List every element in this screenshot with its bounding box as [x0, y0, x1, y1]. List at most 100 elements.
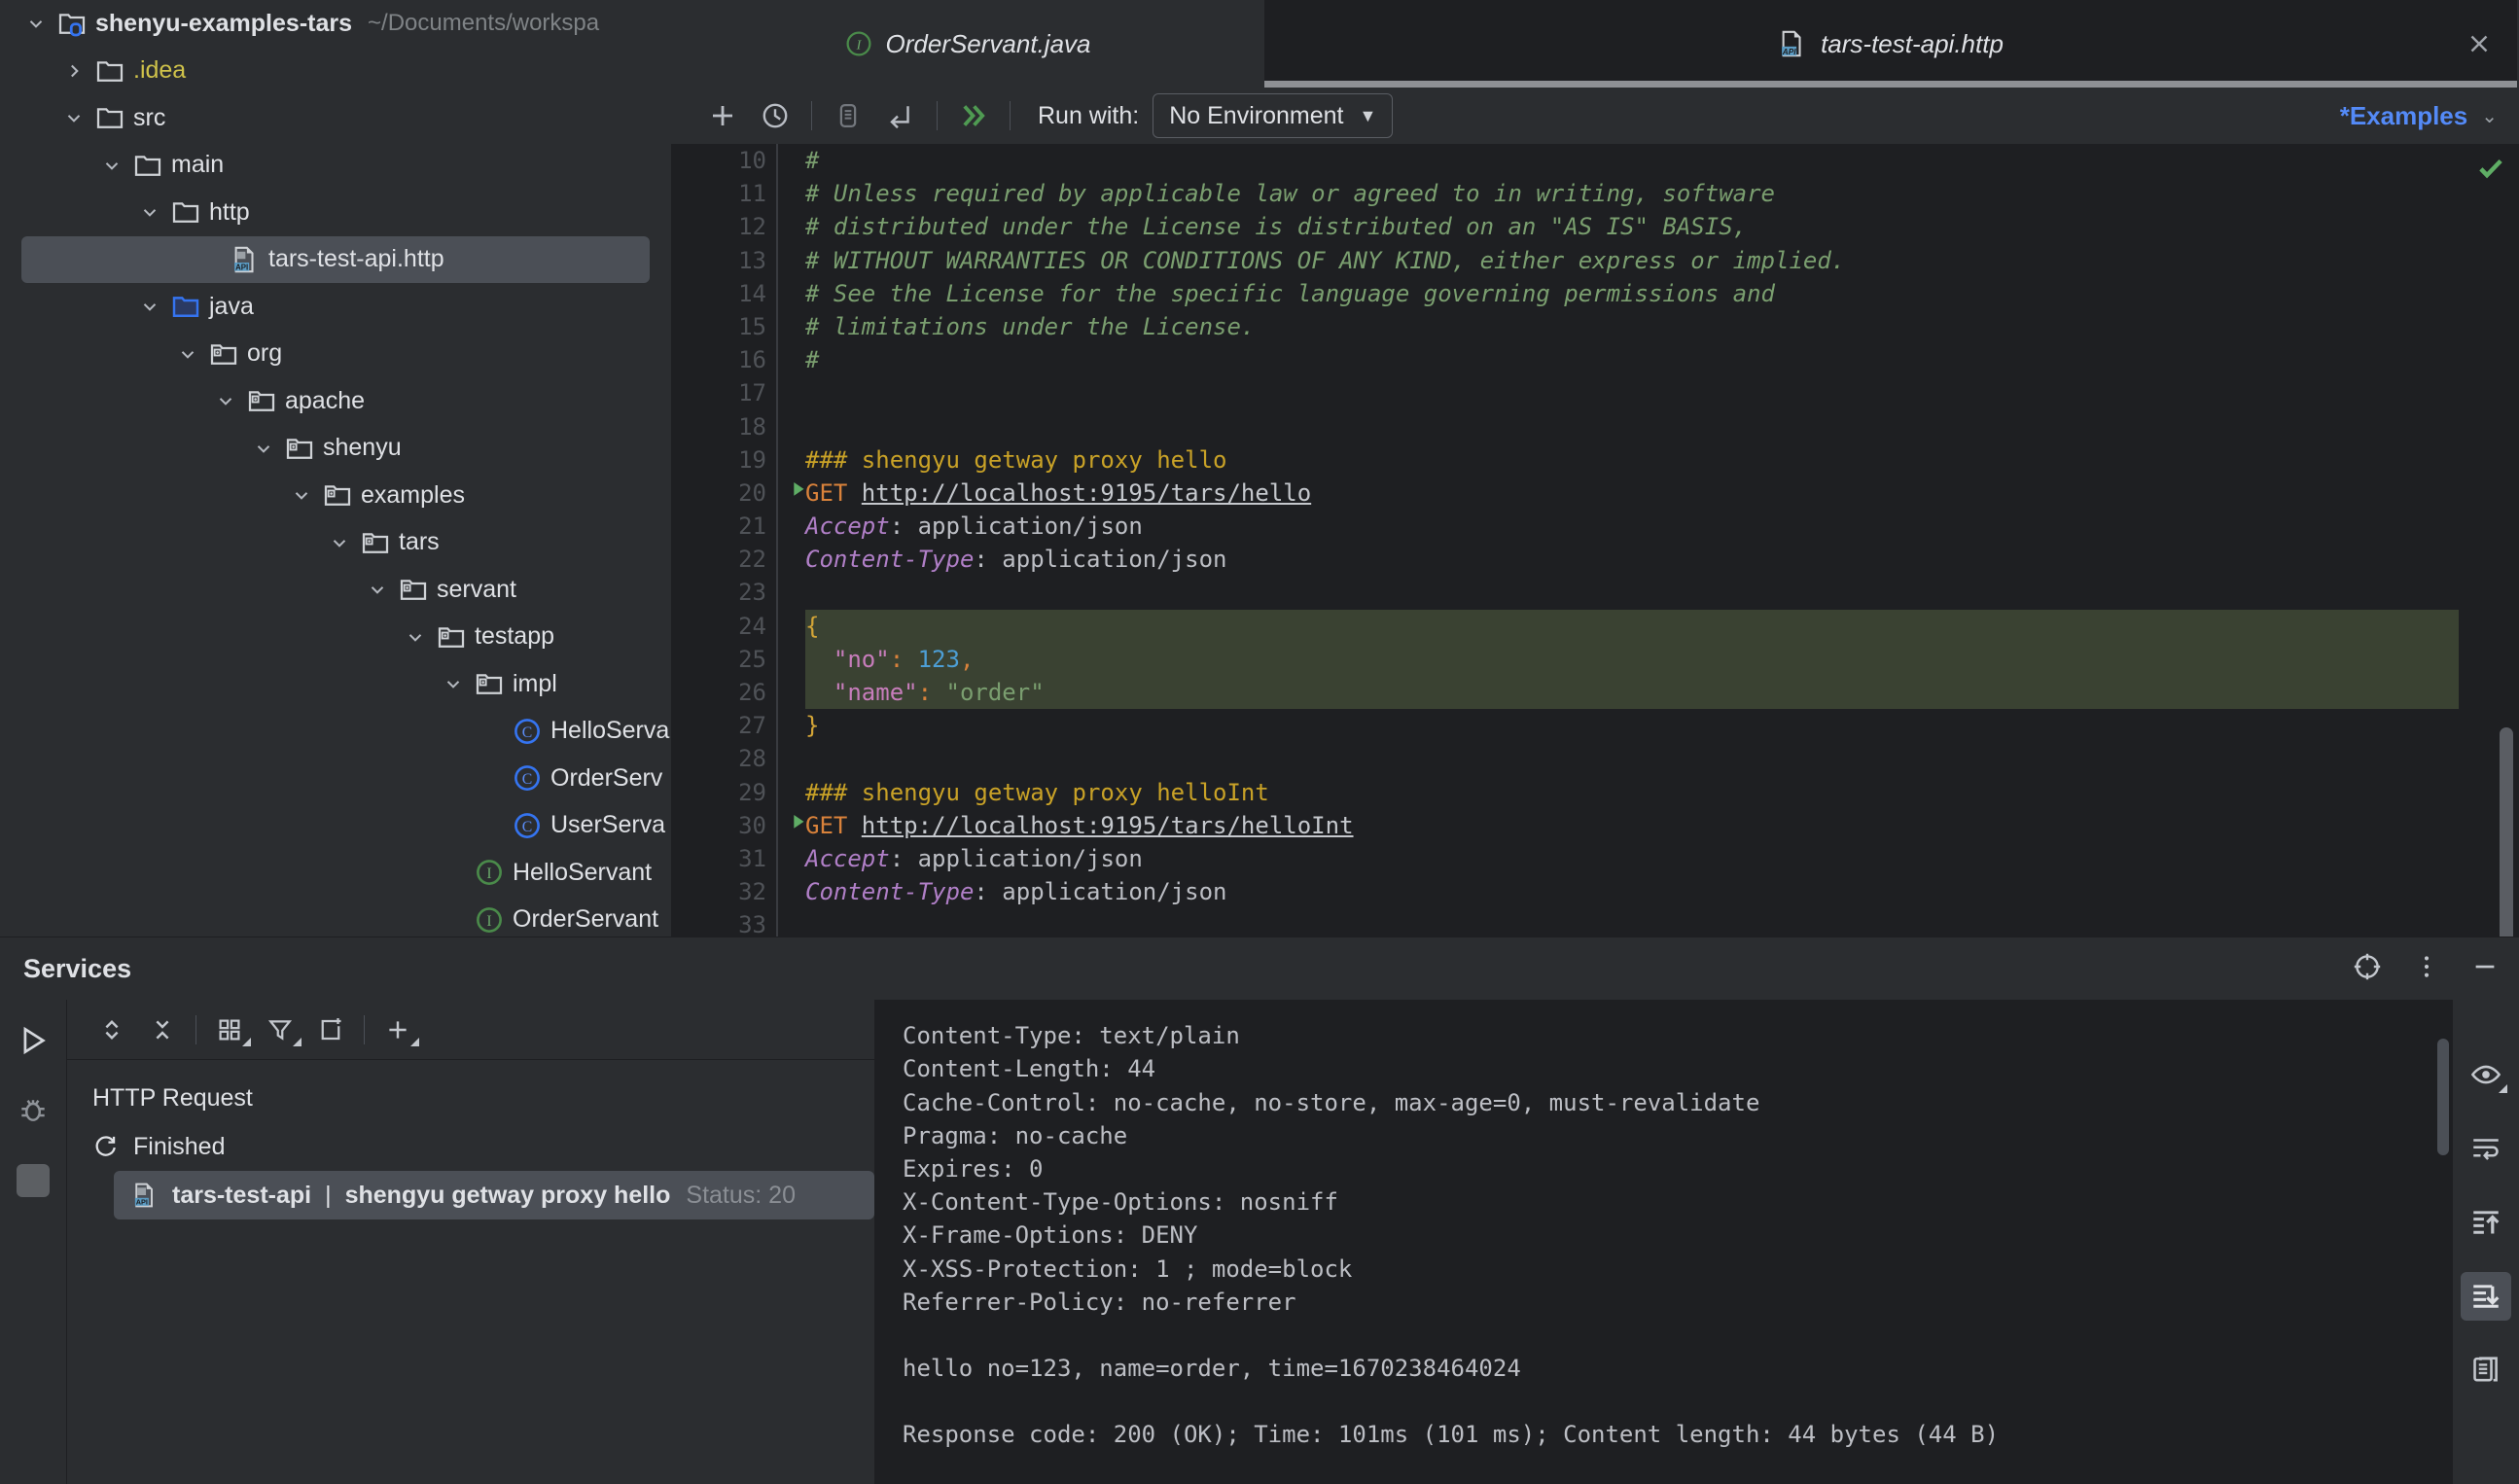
stop-icon[interactable]	[12, 1159, 54, 1202]
more-options-icon[interactable]	[2412, 952, 2441, 986]
target-icon[interactable]	[2352, 951, 2383, 987]
chevron-down-icon[interactable]	[399, 626, 432, 648]
chevron-down-icon[interactable]	[133, 201, 166, 223]
tree-node-apache[interactable]: apache	[0, 377, 671, 425]
code-line[interactable]	[805, 742, 2519, 775]
code-editor[interactable]: 1011121314151617181920212223242526272829…	[671, 144, 2519, 936]
run-icon[interactable]	[12, 1019, 54, 1062]
examples-dropdown[interactable]: *Examples ⌄	[2340, 101, 2498, 131]
tree-node-shenyu[interactable]: shenyu	[0, 425, 671, 473]
chevron-down-icon[interactable]	[323, 532, 356, 553]
chevron-down-icon[interactable]	[57, 107, 90, 128]
tree-node-http[interactable]: http	[0, 189, 671, 236]
tree-node-shenyu-examples-tars[interactable]: shenyu-examples-tars~/Documents/workspa	[0, 0, 671, 48]
minimize-icon[interactable]	[2470, 952, 2500, 986]
editor-scrollbar[interactable]	[2500, 727, 2513, 936]
code-line[interactable]: Accept: application/json	[805, 842, 2519, 875]
code-content[interactable]: ## Unless required by applicable law or …	[778, 144, 2519, 936]
wrap-lines-icon[interactable]	[2461, 1124, 2511, 1173]
code-line[interactable]	[805, 576, 2519, 609]
console-scrollbar[interactable]	[2437, 1039, 2449, 1155]
code-line[interactable]: #	[805, 343, 2519, 376]
code-token-colon: ,	[960, 646, 974, 673]
chevron-down-icon[interactable]	[437, 673, 470, 694]
tree-node-orderserv[interactable]: COrderServ	[0, 755, 671, 802]
services-tree-root[interactable]: HTTP Request	[67, 1074, 874, 1122]
print-copy-icon[interactable]	[2461, 1346, 2511, 1395]
soft-wrap-eye-icon[interactable]	[2461, 1050, 2511, 1099]
history-clock-icon[interactable]	[749, 92, 801, 139]
chevron-down-icon[interactable]	[361, 579, 394, 600]
services-tree-items[interactable]: HTTP Request Finished	[67, 1060, 874, 1219]
code-line[interactable]	[805, 908, 2519, 936]
tree-node-helloserva[interactable]: CHelloServa	[0, 708, 671, 756]
tree-node--idea[interactable]: .idea	[0, 48, 671, 95]
code-line[interactable]: Accept: application/json	[805, 510, 2519, 543]
environment-select[interactable]: No Environment ▼	[1153, 93, 1393, 138]
chevron-down-icon[interactable]	[285, 484, 318, 506]
code-line[interactable]: ### shengyu getway proxy hello	[805, 443, 2519, 477]
copy-as-curl-icon[interactable]	[822, 92, 874, 139]
services-tree-status[interactable]: Finished	[67, 1122, 874, 1171]
chevron-down-icon[interactable]	[171, 343, 204, 365]
expand-collapse-icon[interactable]	[87, 1007, 137, 1052]
tree-node-userserva[interactable]: CUserServa	[0, 802, 671, 850]
filter-icon[interactable]	[255, 1007, 305, 1052]
chevron-down-icon[interactable]	[19, 13, 53, 34]
chevron-down-icon[interactable]	[133, 296, 166, 317]
code-line[interactable]: # limitations under the License.	[805, 310, 2519, 343]
code-line[interactable]: {	[805, 610, 2519, 643]
code-line[interactable]: # WITHOUT WARRANTIES OR CONDITIONS OF AN…	[805, 244, 2519, 277]
tree-node-servant[interactable]: servant	[0, 566, 671, 614]
code-line[interactable]	[805, 410, 2519, 443]
response-console[interactable]: HTTP/1.1 200 OKContent-Type: text/plainC…	[875, 1000, 2453, 1484]
tree-node-tars-test-api-http[interactable]: APItars-test-api.http	[21, 236, 650, 284]
scroll-to-end-icon[interactable]	[2461, 1272, 2511, 1321]
editor-tab-tars-test-api[interactable]: API tars-test-api.http	[1264, 0, 2517, 88]
group-by-icon[interactable]	[204, 1007, 255, 1052]
chevron-down-icon[interactable]	[95, 155, 128, 176]
chevron-down-icon[interactable]	[247, 438, 280, 459]
code-line[interactable]: "name": "order"	[805, 676, 2519, 709]
code-line[interactable]: GET http://localhost:9195/tars/helloInt	[805, 809, 2519, 842]
tree-node-main[interactable]: main	[0, 142, 671, 190]
editor-tab-orderservant[interactable]: I OrderServant.java	[671, 0, 1264, 88]
code-line[interactable]: ### shengyu getway proxy helloInt	[805, 776, 2519, 809]
code-line[interactable]: # distributed under the License is distr…	[805, 210, 2519, 243]
code-line[interactable]: }	[805, 709, 2519, 742]
add-service-icon[interactable]	[373, 1007, 423, 1052]
line-number: 20	[671, 477, 778, 510]
scroll-to-top-icon[interactable]	[2461, 1198, 2511, 1247]
tree-node-examples[interactable]: examples	[0, 472, 671, 519]
tree-node-impl[interactable]: impl	[0, 660, 671, 708]
services-run-item[interactable]: API tars-test-api | shengyu getway proxy…	[114, 1171, 874, 1219]
convert-icon[interactable]	[874, 92, 927, 139]
new-tab-icon[interactable]	[305, 1007, 356, 1052]
tree-node-orderservant[interactable]: IOrderServant	[0, 897, 671, 937]
add-request-icon[interactable]	[696, 92, 749, 139]
tree-node-src[interactable]: src	[0, 94, 671, 142]
code-token-url[interactable]: http://localhost:9195/tars/hello	[862, 479, 1311, 507]
code-line[interactable]: Content-Type: application/json	[805, 875, 2519, 908]
project-tool-window[interactable]: shenyu-examples-tars~/Documents/workspa.…	[0, 0, 671, 936]
tree-node-testapp[interactable]: testapp	[0, 614, 671, 661]
code-line[interactable]	[805, 376, 2519, 409]
code-line[interactable]: "no": 123,	[805, 643, 2519, 676]
tree-node-org[interactable]: org	[0, 331, 671, 378]
code-token-url[interactable]: http://localhost:9195/tars/helloInt	[862, 812, 1354, 839]
code-line[interactable]: #	[805, 144, 2519, 177]
debug-bug-icon[interactable]	[12, 1089, 54, 1132]
inspection-ok-icon[interactable]	[2476, 154, 2505, 191]
close-icon[interactable]	[2463, 27, 2496, 60]
code-line[interactable]: # See the License for the specific langu…	[805, 277, 2519, 310]
tree-node-tars[interactable]: tars	[0, 519, 671, 567]
chevron-down-icon[interactable]	[209, 390, 242, 411]
chevron-right-icon[interactable]	[57, 60, 90, 82]
code-line[interactable]: # Unless required by applicable law or a…	[805, 177, 2519, 210]
tree-node-helloservant[interactable]: IHelloServant	[0, 849, 671, 897]
run-all-icon[interactable]	[947, 92, 1000, 139]
code-line[interactable]: GET http://localhost:9195/tars/hello	[805, 477, 2519, 510]
close-all-icon[interactable]	[137, 1007, 188, 1052]
tree-node-java[interactable]: java	[0, 283, 671, 331]
code-line[interactable]: Content-Type: application/json	[805, 543, 2519, 576]
